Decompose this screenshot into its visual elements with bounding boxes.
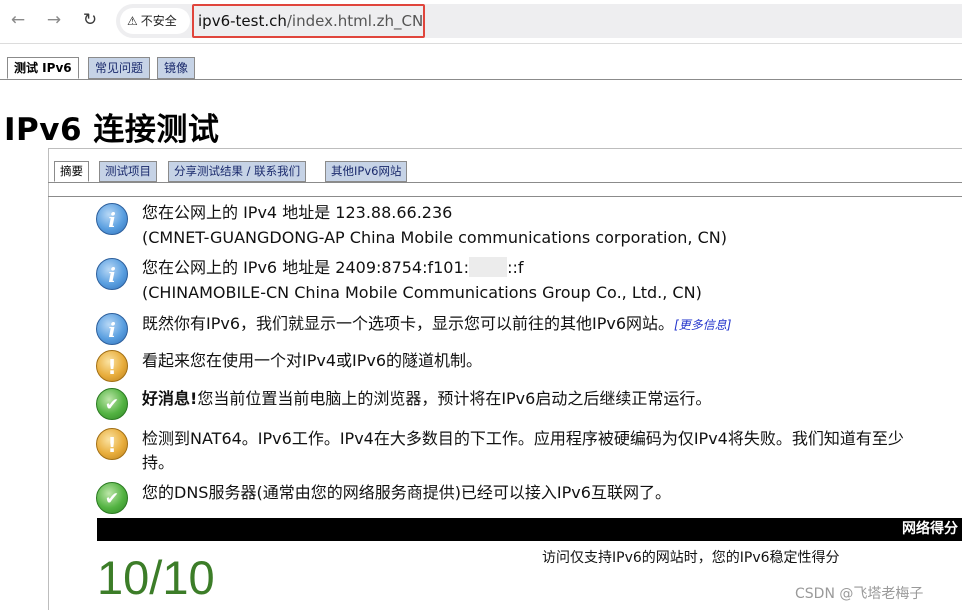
subtab-divider-lower bbox=[48, 196, 962, 197]
info-icon: i bbox=[96, 258, 128, 290]
back-icon[interactable]: ← bbox=[7, 9, 29, 31]
message-line: 您的DNS服务器(通常由您的网络服务商提供)已经可以接入IPv6互联网了。 bbox=[142, 483, 671, 502]
score-header-label: 网络得分 bbox=[902, 521, 958, 537]
url-text[interactable]: ipv6-test.ch/index.html.zh_CN bbox=[192, 4, 425, 38]
message-line: 既然你有IPv6，我们就显示一个选项卡，显示您可以前往的其他IPv6网站。[更多… bbox=[142, 312, 731, 337]
info-icon: i bbox=[96, 203, 128, 235]
info-icon: i bbox=[96, 313, 128, 345]
url-path: /index.html.zh_CN bbox=[286, 12, 424, 30]
message-line: 看起来您在使用一个对IPv4或IPv6的隧道机制。 bbox=[142, 351, 483, 370]
message-line: (CHINAMOBILE-CN China Mobile Communicati… bbox=[142, 283, 702, 302]
subtab-tests[interactable]: 测试项目 bbox=[99, 161, 157, 182]
message-line: 持。 bbox=[142, 453, 175, 472]
more-info-link[interactable]: [更多信息] bbox=[674, 318, 731, 332]
message-text: 既然你有IPv6，我们就显示一个选项卡，显示您可以前往的其他IPv6网站。 bbox=[142, 314, 675, 333]
redacted-block bbox=[469, 257, 508, 277]
message-line: 您在公网上的 IPv4 地址是 123.88.66.236 bbox=[142, 203, 453, 222]
message-line: (CMNET-GUANGDONG-AP China Mobile communi… bbox=[142, 228, 727, 247]
page-title: IPv6 连接测试 bbox=[4, 112, 220, 148]
message-line: 您在公网上的 IPv6 地址是 2409:8754:f101:::f bbox=[142, 256, 523, 280]
url-host: ipv6-test.ch bbox=[198, 12, 287, 30]
ipv6-suffix: ::f bbox=[507, 258, 524, 277]
check-icon: ✔ bbox=[96, 388, 128, 420]
score-description: 访问仅支持IPv6的网站时，您的IPv6稳定性得分 bbox=[542, 550, 840, 566]
reload-icon[interactable]: ↻ bbox=[79, 9, 101, 31]
subtab-divider bbox=[48, 182, 962, 183]
forward-icon[interactable]: → bbox=[43, 9, 65, 31]
security-label: 不安全 bbox=[140, 14, 177, 28]
browser-toolbar: ← → ↻ ⚠ 不安全 ipv6-test.ch/index.html.zh_CN bbox=[0, 0, 962, 44]
watermark: CSDN @飞塔老梅子 bbox=[795, 586, 924, 602]
warning-icon: ⚠ bbox=[127, 14, 138, 28]
tab-test-ipv6[interactable]: 测试 IPv6 bbox=[7, 57, 79, 79]
message-line: 检测到NAT64。IPv6工作。IPv4在大多数目的下工作。应用程序被硬编码为仅… bbox=[142, 429, 904, 448]
score-header-bar: 网络得分 bbox=[97, 518, 962, 541]
tab-divider bbox=[0, 79, 962, 80]
message-text: 您当前位置当前电脑上的浏览器，预计将在IPv6启动之后继续正常运行。 bbox=[197, 389, 712, 408]
tab-faq[interactable]: 常见问题 bbox=[88, 57, 151, 79]
subtab-summary[interactable]: 摘要 bbox=[54, 161, 89, 182]
ipv6-prefix: 您在公网上的 IPv6 地址是 2409:8754:f101: bbox=[142, 258, 470, 277]
message-line: 好消息!您当前位置当前电脑上的浏览器，预计将在IPv6启动之后继续正常运行。 bbox=[142, 387, 711, 411]
good-news-label: 好消息! bbox=[142, 389, 198, 408]
security-indicator[interactable]: ⚠ 不安全 bbox=[120, 8, 190, 34]
score-value: 10/10 bbox=[97, 551, 215, 604]
subtab-other-sites[interactable]: 其他IPv6网站 bbox=[325, 161, 408, 182]
subtab-share-contact[interactable]: 分享测试结果 / 联系我们 bbox=[168, 161, 307, 182]
tab-mirrors[interactable]: 镜像 bbox=[157, 57, 196, 79]
warning-icon: ! bbox=[96, 350, 128, 382]
warning-icon: ! bbox=[96, 428, 128, 460]
check-icon: ✔ bbox=[96, 482, 128, 514]
